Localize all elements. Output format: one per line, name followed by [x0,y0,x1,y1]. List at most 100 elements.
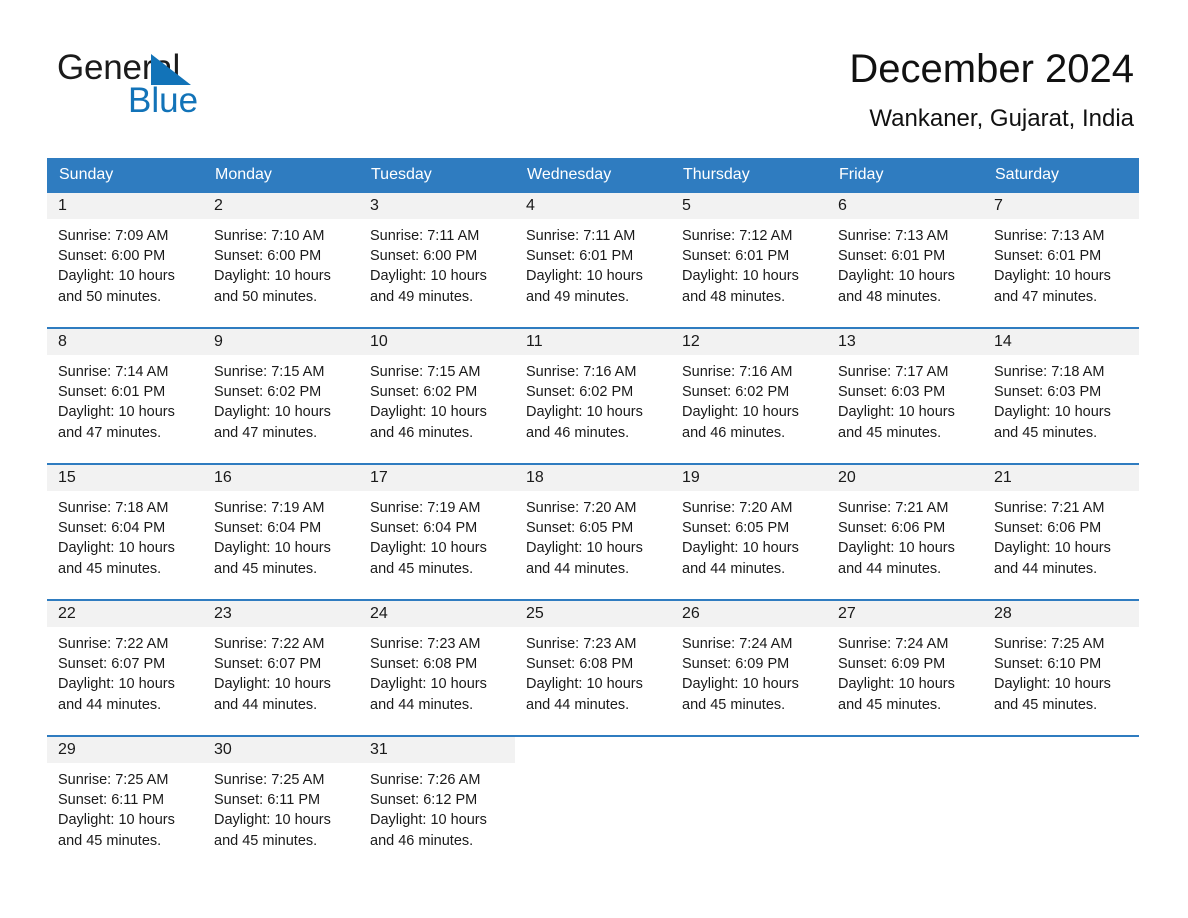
day-cell[interactable]: 28 Sunrise: 7:25 AM Sunset: 6:10 PM Dayl… [983,599,1139,736]
sunrise-text: Sunrise: 7:18 AM [994,364,1105,380]
day-cell[interactable]: 20 Sunrise: 7:21 AM Sunset: 6:06 PM Dayl… [827,463,983,600]
day-number: 12 [682,333,700,350]
day-number-band: 19 [671,465,827,491]
day-number: 16 [214,469,232,486]
day-cell[interactable]: 16 Sunrise: 7:19 AM Sunset: 6:04 PM Dayl… [203,463,359,600]
day-cell[interactable]: 15 Sunrise: 7:18 AM Sunset: 6:04 PM Dayl… [47,463,203,600]
day-cell[interactable]: 18 Sunrise: 7:20 AM Sunset: 6:05 PM Dayl… [515,463,671,600]
day-cell[interactable]: 22 Sunrise: 7:22 AM Sunset: 6:07 PM Dayl… [47,599,203,736]
day-number: 1 [58,197,67,214]
daylight-text-line2: and 46 minutes. [370,832,474,849]
daylight-text-line2: and 44 minutes. [526,696,630,713]
daylight-text-line2: and 49 minutes. [370,288,474,305]
day-number-band: 6 [827,193,983,219]
day-number-band: 13 [827,329,983,355]
day-cell[interactable]: 11 Sunrise: 7:16 AM Sunset: 6:02 PM Dayl… [515,327,671,464]
day-number-band: 1 [47,193,203,219]
sunrise-text: Sunrise: 7:21 AM [994,500,1105,516]
sunrise-text: Sunrise: 7:19 AM [214,500,325,516]
day-cell[interactable]: 13 Sunrise: 7:17 AM Sunset: 6:03 PM Dayl… [827,327,983,464]
sunset-text: Sunset: 6:06 PM [838,520,946,537]
page-title: December 2024 [849,47,1134,91]
daylight-text-line1: Daylight: 10 hours [214,268,331,285]
day-number: 20 [838,469,856,486]
daylight-text-line1: Daylight: 10 hours [214,540,331,557]
sunrise-text: Sunrise: 7:20 AM [682,500,793,516]
day-cell[interactable]: 4 Sunrise: 7:11 AM Sunset: 6:01 PM Dayli… [515,193,671,328]
day-cell[interactable]: 23 Sunrise: 7:22 AM Sunset: 6:07 PM Dayl… [203,599,359,736]
page-header: General Blue December 2024 Wankaner, Guj… [0,0,1188,156]
calendar-header-row: Sunday Monday Tuesday Wednesday Thursday… [47,158,1139,193]
day-cell[interactable]: 14 Sunrise: 7:18 AM Sunset: 6:03 PM Dayl… [983,327,1139,464]
day-cell[interactable]: 21 Sunrise: 7:21 AM Sunset: 6:06 PM Dayl… [983,463,1139,600]
day-details: Sunrise: 7:09 AM Sunset: 6:00 PM Dayligh… [47,219,203,307]
daylight-text-line2: and 45 minutes. [994,424,1098,441]
day-number-band: 16 [203,465,359,491]
day-number: 10 [370,333,388,350]
day-cell[interactable]: 1 Sunrise: 7:09 AM Sunset: 6:00 PM Dayli… [47,193,203,328]
day-cell[interactable]: 30 Sunrise: 7:25 AM Sunset: 6:11 PM Dayl… [203,735,359,871]
daylight-text-line2: and 48 minutes. [838,288,942,305]
day-cell[interactable]: 8 Sunrise: 7:14 AM Sunset: 6:01 PM Dayli… [47,327,203,464]
location-subtitle: Wankaner, Gujarat, India [869,105,1134,132]
daylight-text-line2: and 46 minutes. [526,424,630,441]
daylight-text-line1: Daylight: 10 hours [58,540,175,557]
sunrise-text: Sunrise: 7:12 AM [682,228,793,244]
sunset-text: Sunset: 6:04 PM [58,520,166,537]
day-cell[interactable]: 27 Sunrise: 7:24 AM Sunset: 6:09 PM Dayl… [827,599,983,736]
sunrise-text: Sunrise: 7:26 AM [370,772,481,788]
sunset-text: Sunset: 6:00 PM [214,248,322,265]
sunset-text: Sunset: 6:01 PM [682,248,790,265]
day-details: Sunrise: 7:18 AM Sunset: 6:04 PM Dayligh… [47,491,203,579]
day-number: 14 [994,333,1012,350]
day-cell[interactable]: 7 Sunrise: 7:13 AM Sunset: 6:01 PM Dayli… [983,193,1139,328]
day-cell[interactable]: 24 Sunrise: 7:23 AM Sunset: 6:08 PM Dayl… [359,599,515,736]
day-number: 4 [526,197,535,214]
sunset-text: Sunset: 6:11 PM [58,792,165,809]
day-number: 22 [58,605,76,622]
day-cell[interactable]: 29 Sunrise: 7:25 AM Sunset: 6:11 PM Dayl… [47,735,203,871]
day-number-band: 14 [983,329,1139,355]
day-number-band: 17 [359,465,515,491]
daylight-text-line1: Daylight: 10 hours [214,676,331,693]
day-cell[interactable]: 2 Sunrise: 7:10 AM Sunset: 6:00 PM Dayli… [203,193,359,328]
daylight-text-line1: Daylight: 10 hours [526,268,643,285]
day-details: Sunrise: 7:17 AM Sunset: 6:03 PM Dayligh… [827,355,983,443]
sunset-text: Sunset: 6:02 PM [682,384,790,401]
day-details: Sunrise: 7:19 AM Sunset: 6:04 PM Dayligh… [203,491,359,579]
daylight-text-line2: and 45 minutes. [838,424,942,441]
day-cell[interactable]: 17 Sunrise: 7:19 AM Sunset: 6:04 PM Dayl… [359,463,515,600]
day-details: Sunrise: 7:16 AM Sunset: 6:02 PM Dayligh… [515,355,671,443]
day-cell[interactable]: 19 Sunrise: 7:20 AM Sunset: 6:05 PM Dayl… [671,463,827,600]
day-number-band: 27 [827,601,983,627]
day-number-band: 24 [359,601,515,627]
week-row: 22 Sunrise: 7:22 AM Sunset: 6:07 PM Dayl… [47,599,1139,736]
general-blue-logo[interactable]: General Blue [57,50,297,122]
daylight-text-line1: Daylight: 10 hours [838,676,955,693]
week-row: 29 Sunrise: 7:25 AM Sunset: 6:11 PM Dayl… [47,735,1139,871]
day-number-band: 10 [359,329,515,355]
day-number-band: 28 [983,601,1139,627]
sunrise-text: Sunrise: 7:13 AM [838,228,949,244]
day-cell[interactable]: 25 Sunrise: 7:23 AM Sunset: 6:08 PM Dayl… [515,599,671,736]
day-number: 28 [994,605,1012,622]
daylight-text-line1: Daylight: 10 hours [526,540,643,557]
day-cell[interactable]: 31 Sunrise: 7:26 AM Sunset: 6:12 PM Dayl… [359,735,515,871]
day-details: Sunrise: 7:14 AM Sunset: 6:01 PM Dayligh… [47,355,203,443]
daylight-text-line2: and 45 minutes. [370,560,474,577]
sunset-text: Sunset: 6:01 PM [994,248,1102,265]
day-cell[interactable]: 6 Sunrise: 7:13 AM Sunset: 6:01 PM Dayli… [827,193,983,328]
day-details: Sunrise: 7:23 AM Sunset: 6:08 PM Dayligh… [515,627,671,715]
day-cell[interactable]: 10 Sunrise: 7:15 AM Sunset: 6:02 PM Dayl… [359,327,515,464]
day-number-band: 25 [515,601,671,627]
sunset-text: Sunset: 6:12 PM [370,792,478,809]
day-cell[interactable]: 5 Sunrise: 7:12 AM Sunset: 6:01 PM Dayli… [671,193,827,328]
weekday-header-wednesday: Wednesday [515,158,671,193]
sunset-text: Sunset: 6:06 PM [994,520,1102,537]
day-cell[interactable]: 3 Sunrise: 7:11 AM Sunset: 6:00 PM Dayli… [359,193,515,328]
day-cell[interactable]: 9 Sunrise: 7:15 AM Sunset: 6:02 PM Dayli… [203,327,359,464]
day-number-band: 5 [671,193,827,219]
day-cell[interactable]: 12 Sunrise: 7:16 AM Sunset: 6:02 PM Dayl… [671,327,827,464]
day-details: Sunrise: 7:20 AM Sunset: 6:05 PM Dayligh… [671,491,827,579]
day-cell[interactable]: 26 Sunrise: 7:24 AM Sunset: 6:09 PM Dayl… [671,599,827,736]
